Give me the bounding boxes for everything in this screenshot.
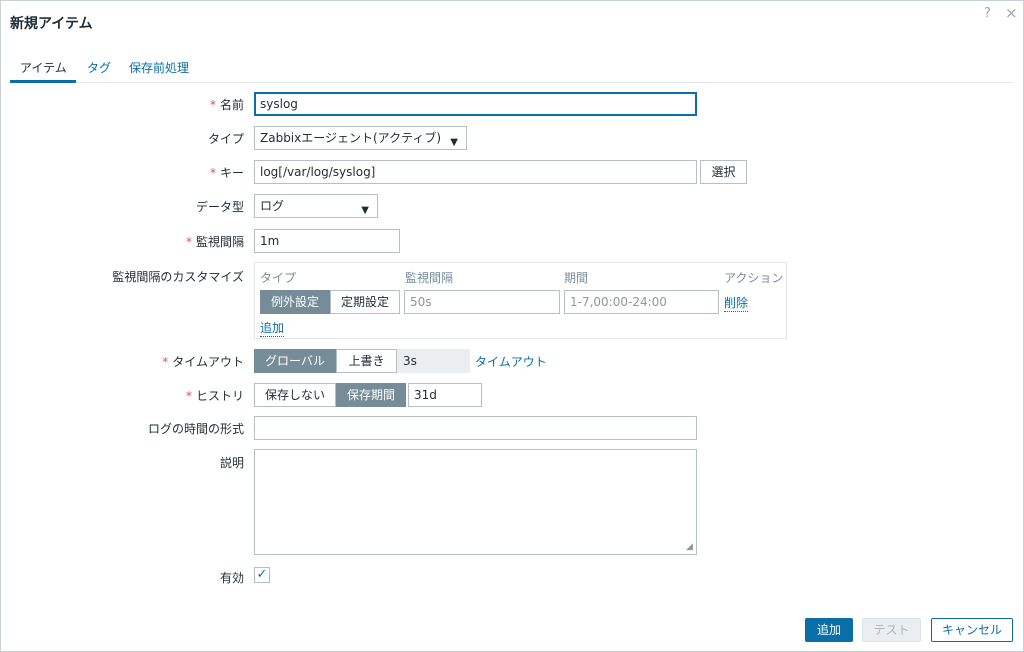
type-select-value: Zabbixエージェント(アクティブ) [260,131,441,145]
custom-interval-input[interactable]: 50s [404,290,560,314]
history-store-toggle[interactable]: 保存期間 [336,383,406,407]
tab-item[interactable]: アイテム [20,59,67,76]
required-mark: * [162,355,168,369]
active-tab-indicator [10,80,76,83]
timeout-override-toggle[interactable]: 上書き [336,349,397,373]
flexible-toggle[interactable]: 例外設定 [260,290,330,314]
enabled-label: 有効 [220,569,244,586]
type-label: タイプ [208,130,244,147]
name-label-text: 名前 [220,98,244,112]
name-label: * 名前 [210,96,244,113]
col-header-type: タイプ [260,269,296,286]
timeout-label: * タイムアウト [162,353,244,370]
help-icon[interactable]: ? [984,6,991,21]
timeout-global-toggle[interactable]: グローバル [254,349,336,373]
interval-label-text: 監視間隔 [196,235,244,249]
check-icon: ✓ [257,567,268,582]
col-header-action: アクション [724,269,783,286]
timeout-input: 3s [397,349,470,373]
add-button[interactable]: 追加 [805,618,853,642]
timeout-link[interactable]: タイムアウト [475,353,547,370]
key-select-button[interactable]: 選択 [700,160,747,184]
required-mark: * [210,98,216,112]
required-mark: * [210,166,216,180]
log-time-format-input[interactable] [254,416,697,440]
col-header-period: 期間 [564,269,588,286]
history-input[interactable]: 31d [408,383,482,407]
data-type-value: ログ [260,199,284,213]
required-mark: * [186,389,192,403]
tabs-divider [10,82,1013,83]
remove-link[interactable]: 削除 [724,294,748,312]
key-label: * キー [210,164,244,181]
required-mark: * [186,235,192,249]
history-label: * ヒストリ [186,387,244,404]
chevron-down-icon: ▼ [361,200,369,218]
data-type-select[interactable]: ログ ▼ [254,194,378,218]
description-textarea[interactable] [254,449,697,555]
scheduling-toggle[interactable]: 定期設定 [330,290,400,314]
chevron-down-icon: ▼ [450,132,458,150]
interval-label: * 監視間隔 [186,233,244,250]
custom-period-input[interactable]: 1-7,00:00-24:00 [564,290,719,314]
description-label: 説明 [220,454,244,471]
close-icon[interactable]: × [1005,4,1018,22]
timeout-label-text: タイムアウト [172,355,244,369]
test-button[interactable]: テスト [862,618,921,642]
resize-handle-icon[interactable]: ◢ [686,542,693,552]
col-header-interval: 監視間隔 [405,269,453,286]
history-label-text: ヒストリ [196,389,244,403]
tab-tags[interactable]: タグ [87,59,111,76]
dialog-title: 新規アイテム [10,13,93,33]
interval-input[interactable]: 1m [254,229,400,253]
cancel-button[interactable]: キャンセル [931,618,1013,642]
custom-intervals-label: 監視間隔のカスタマイズ [112,268,244,285]
log-time-format-label: ログの時間の形式 [148,420,244,437]
data-type-label: データ型 [196,198,244,215]
enabled-checkbox[interactable]: ✓ [254,567,270,583]
key-input[interactable]: log[/var/log/syslog] [254,160,697,184]
add-interval-link[interactable]: 追加 [260,319,284,337]
key-label-text: キー [220,166,244,180]
history-no-store-toggle[interactable]: 保存しない [254,383,336,407]
type-select[interactable]: Zabbixエージェント(アクティブ) ▼ [254,126,467,150]
tab-preprocessing[interactable]: 保存前処理 [129,59,189,76]
name-input[interactable]: syslog [254,92,697,116]
